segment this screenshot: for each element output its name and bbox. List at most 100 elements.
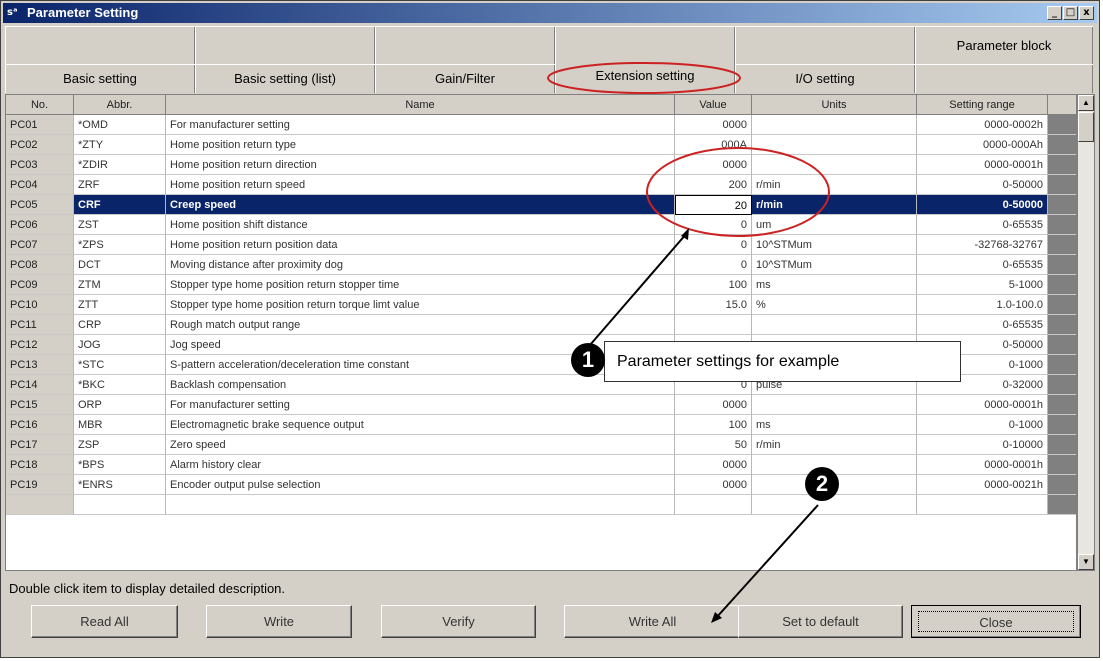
partial-cell xyxy=(6,495,74,515)
tab-parameter-block[interactable]: Parameter block xyxy=(915,27,1093,64)
tab-upper-2[interactable] xyxy=(195,27,375,64)
table-row[interactable]: PC03 *ZDIR Home position return direction 0… xyxy=(6,155,1076,175)
table-row[interactable]: PC02 *ZTY Home position return type 000A 000… xyxy=(6,135,1076,155)
scroll-thumb[interactable] xyxy=(1078,112,1094,142)
tab-upper-3[interactable] xyxy=(375,27,555,64)
read-all-button[interactable]: Read All xyxy=(31,605,178,638)
param-no: PC10 xyxy=(6,295,74,315)
param-value[interactable]: 50 xyxy=(675,435,752,455)
param-no: PC09 xyxy=(6,275,74,295)
param-value[interactable]: 15.0 xyxy=(675,295,752,315)
param-no: PC15 xyxy=(6,395,74,415)
table-row[interactable]: PC06 ZST Home position shift distance 0 um 0-… xyxy=(6,215,1076,235)
param-abbr: MBR xyxy=(74,415,166,435)
close-button[interactable]: Close xyxy=(911,605,1081,638)
table-row[interactable]: PC10 ZTT Stopper type home position return… xyxy=(6,295,1076,315)
table-row[interactable]: PC04 ZRF Home position return speed 200 r/mi… xyxy=(6,175,1076,195)
param-value[interactable]: 0000 xyxy=(675,475,752,495)
tab-extension-setting[interactable]: Extension setting xyxy=(555,62,735,93)
param-units xyxy=(752,395,917,415)
table-row[interactable]: PC11 CRP Rough match output range 0-65535 xyxy=(6,315,1076,335)
header-setting-range[interactable]: Setting range xyxy=(917,95,1048,115)
row-filler xyxy=(1048,275,1076,295)
table-row[interactable]: PC01 *OMD For manufacturer setting 0000 0000… xyxy=(6,115,1076,135)
write-all-label: Write All xyxy=(628,614,677,629)
param-units xyxy=(752,155,917,175)
table-row[interactable]: PC15 ORP For manufacturer setting 0000 0000-… xyxy=(6,395,1076,415)
table-row[interactable]: PC17 ZSP Zero speed 50 r/min 0-10000 xyxy=(6,435,1076,455)
param-abbr: ORP xyxy=(74,395,166,415)
scroll-down-arrow-icon[interactable]: ▼ xyxy=(1078,554,1094,570)
header-filler xyxy=(1048,95,1076,115)
param-range: 0000-0002h xyxy=(917,115,1048,135)
param-value[interactable]: 0000 xyxy=(675,155,752,175)
header-abbr[interactable]: Abbr. xyxy=(74,95,166,115)
verify-button[interactable]: Verify xyxy=(381,605,536,638)
close-window-button[interactable]: x xyxy=(1079,6,1094,20)
param-abbr: ZSP xyxy=(74,435,166,455)
param-value[interactable]: 0000 xyxy=(675,455,752,475)
table-row[interactable]: PC16 MBR Electromagnetic brake sequence ou… xyxy=(6,415,1076,435)
param-value[interactable]: 0 xyxy=(675,255,752,275)
tab-basic-setting-list[interactable]: Basic setting (list) xyxy=(195,65,375,93)
param-value[interactable]: 100 xyxy=(675,415,752,435)
param-value[interactable]: 000A xyxy=(675,135,752,155)
table-row-partial xyxy=(6,495,1076,515)
param-value[interactable]: 0000 xyxy=(675,395,752,415)
table-row[interactable]: PC18 *BPS Alarm history clear 0000 0000-0001… xyxy=(6,455,1076,475)
write-button[interactable]: Write xyxy=(206,605,352,638)
set-to-default-label: Set to default xyxy=(782,614,859,629)
param-no: PC16 xyxy=(6,415,74,435)
param-range: -32768-32767 xyxy=(917,235,1048,255)
param-name: Zero speed xyxy=(166,435,675,455)
partial-cell xyxy=(166,495,675,515)
header-no[interactable]: No. xyxy=(6,95,74,115)
table-header-row: No. Abbr. Name Value Units Setting range xyxy=(6,95,1076,115)
param-value[interactable]: 0000 xyxy=(675,115,752,135)
param-value[interactable]: 20 xyxy=(675,195,752,215)
table-row[interactable]: PC08 DCT Moving distance after proximity d… xyxy=(6,255,1076,275)
table-row[interactable]: PC09 ZTM Stopper type home position return… xyxy=(6,275,1076,295)
set-to-default-button[interactable]: Set to default xyxy=(738,605,903,638)
tab-basic-setting[interactable]: Basic setting xyxy=(5,65,195,93)
param-range: 0000-0001h xyxy=(917,455,1048,475)
row-filler xyxy=(1048,295,1076,315)
minimize-button[interactable]: _ xyxy=(1047,6,1062,20)
param-value[interactable]: 100 xyxy=(675,275,752,295)
row-filler xyxy=(1048,315,1076,335)
param-units xyxy=(752,115,917,135)
param-no: PC04 xyxy=(6,175,74,195)
maximize-button[interactable]: □ xyxy=(1063,6,1078,20)
param-name: Alarm history clear xyxy=(166,455,675,475)
param-no: PC18 xyxy=(6,455,74,475)
tab-upper-4[interactable] xyxy=(555,27,735,64)
partial-cell xyxy=(1048,495,1076,515)
param-no: PC13 xyxy=(6,355,74,375)
table-row[interactable]: PC07 *ZPS Home position return position da… xyxy=(6,235,1076,255)
param-abbr: *STC xyxy=(74,355,166,375)
tab-lower-6[interactable] xyxy=(915,65,1093,93)
tab-io-setting[interactable]: I/O setting xyxy=(735,65,915,93)
header-units[interactable]: Units xyxy=(752,95,917,115)
verify-label: Verify xyxy=(442,614,475,629)
header-name[interactable]: Name xyxy=(166,95,675,115)
table-row[interactable]: PC05 CRF Creep speed 20 r/min 0-50000 xyxy=(6,195,1076,215)
param-value[interactable] xyxy=(675,315,752,335)
write-all-button[interactable]: Write All xyxy=(564,605,741,638)
row-filler xyxy=(1048,375,1076,395)
table-row[interactable]: PC19 *ENRS Encoder output pulse selection 0… xyxy=(6,475,1076,495)
scroll-up-arrow-icon[interactable]: ▲ xyxy=(1078,95,1094,111)
param-abbr: ZTT xyxy=(74,295,166,315)
vertical-scrollbar[interactable]: ▲ ▼ xyxy=(1077,94,1095,571)
param-value[interactable]: 200 xyxy=(675,175,752,195)
param-no: PC03 xyxy=(6,155,74,175)
header-value[interactable]: Value xyxy=(675,95,752,115)
tab-upper-5[interactable] xyxy=(735,27,915,64)
param-value[interactable]: 0 xyxy=(675,235,752,255)
param-abbr: ZTM xyxy=(74,275,166,295)
tab-upper-1[interactable] xyxy=(5,27,195,64)
row-filler xyxy=(1048,195,1076,215)
tab-gain-filter[interactable]: Gain/Filter xyxy=(375,65,555,93)
param-value[interactable]: 0 xyxy=(675,215,752,235)
param-name: Home position return position data xyxy=(166,235,675,255)
